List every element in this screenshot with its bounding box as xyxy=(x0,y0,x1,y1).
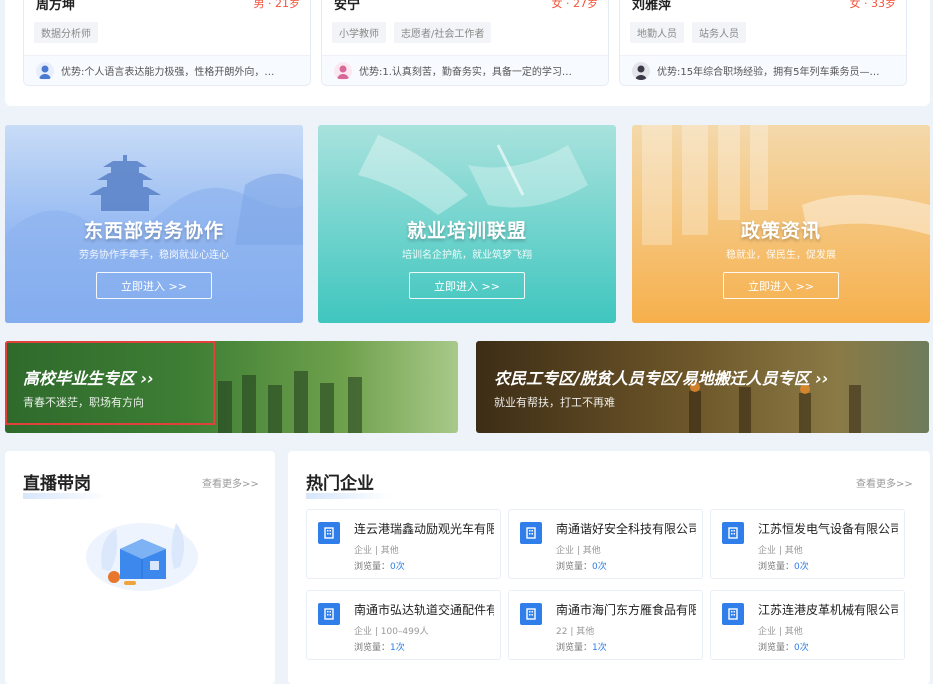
company-name: 连云港瑞鑫动励观光车有限公司 xyxy=(354,522,494,536)
building-icon xyxy=(722,603,744,625)
enter-button[interactable]: 立即进入 >> xyxy=(409,272,525,299)
promo-subtitle: 劳务协作手牵手，稳岗就业心连心 xyxy=(79,250,229,261)
zone-title: 农民工专区/脱贫人员专区/易地搬迁人员专区 ›› xyxy=(494,369,829,388)
talent-tags: 数据分析师 xyxy=(34,22,98,43)
talent-gender-age: 女 · 33岁 xyxy=(849,0,897,10)
talent-card[interactable]: 安宁 女 · 27岁 小学教师 志愿者/社会工作者 优势:1.认真刻苦，勤奋务实… xyxy=(321,0,609,86)
talent-tag: 数据分析师 xyxy=(34,22,98,43)
company-card[interactable]: 江苏连港皮革机械有限公司 企业 | 其他 浏览量：0次 xyxy=(710,590,905,660)
enter-button[interactable]: 立即进入 >> xyxy=(96,272,212,299)
zone-workers[interactable]: 农民工专区/脱贫人员专区/易地搬迁人员专区 ›› 就业有帮扶，打工不再难 xyxy=(476,341,929,433)
live-recruit-panel: 直播带岗 查看更多>> xyxy=(5,451,275,684)
promo-title: 政策资讯 xyxy=(740,220,821,242)
building-icon xyxy=(520,603,542,625)
view-more-link[interactable]: 查看更多>> xyxy=(856,475,913,490)
company-card[interactable]: 南通市弘达轨道交通配件有限公司 企业 | 100–499人 浏览量：1次 xyxy=(306,590,501,660)
promo-subtitle: 稳就业，保民生，促发展 xyxy=(726,250,836,261)
talent-card[interactable]: 周方坤 男 · 21岁 数据分析师 优势:个人语言表达能力极强，性格开朗外向，… xyxy=(23,0,311,86)
company-name: 南通谐好安全科技有限公司 xyxy=(556,522,696,536)
view-more-link[interactable]: 查看更多>> xyxy=(202,475,259,490)
avatar-icon xyxy=(36,61,54,80)
talent-section: 周方坤 男 · 21岁 数据分析师 优势:个人语言表达能力极强，性格开朗外向，…… xyxy=(5,0,930,106)
talent-summary: 优势:1.认真刻苦，勤奋务实，具备一定的学习… xyxy=(322,55,608,85)
title-underline xyxy=(306,493,390,499)
views-label: 浏览量： xyxy=(354,562,391,572)
title-underline xyxy=(23,493,107,499)
zone-graduates[interactable]: 高校毕业生专区 ›› 青春不迷茫，职场有方向 xyxy=(5,341,458,433)
talent-tags: 地勤人员 站务人员 xyxy=(630,22,746,43)
views-label: 浏览量： xyxy=(758,562,795,572)
talent-summary-text: 优势:个人语言表达能力极强，性格开朗外向，… xyxy=(61,67,275,78)
company-card[interactable]: 南通市海门东方雁食品有限公司 22 | 其他 浏览量：1次 xyxy=(508,590,703,660)
building-icon xyxy=(722,522,744,544)
promo-training-alliance[interactable]: 就业培训联盟 培训名企护航，就业筑梦飞翔 立即进入 >> xyxy=(318,125,616,323)
views-label: 浏览量： xyxy=(556,562,593,572)
talent-summary-text: 优势:1.认真刻苦，勤奋务实，具备一定的学习… xyxy=(359,67,572,78)
company-views: 浏览量：0次 xyxy=(354,559,405,572)
company-type: 企业 | 其他 xyxy=(354,546,399,556)
views-label: 浏览量： xyxy=(354,643,391,653)
talent-name: 安宁 xyxy=(334,0,361,13)
avatar-icon xyxy=(334,61,352,80)
talent-card[interactable]: 刘雅萍 女 · 33岁 地勤人员 站务人员 优势:15年综合职场经验，拥有5年列… xyxy=(619,0,907,86)
graduates-illustration xyxy=(218,371,362,433)
enter-button[interactable]: 立即进入 >> xyxy=(723,272,839,299)
zone-subtitle: 就业有帮扶，打工不再难 xyxy=(494,396,615,409)
promo-policy-news[interactable]: 政策资讯 稳就业，保民生，促发展 立即进入 >> xyxy=(632,125,930,323)
talent-tag: 志愿者/社会工作者 xyxy=(394,22,492,43)
company-card[interactable]: 连云港瑞鑫动励观光车有限公司 企业 | 其他 浏览量：0次 xyxy=(306,509,501,579)
company-card[interactable]: 江苏恒发电气设备有限公司 企业 | 其他 浏览量：0次 xyxy=(710,509,905,579)
views-count: 0次 xyxy=(592,562,607,572)
views-count: 1次 xyxy=(390,643,405,653)
talent-tag: 地勤人员 xyxy=(630,22,684,43)
promo-subtitle: 培训名企护航，就业筑梦飞翔 xyxy=(402,250,532,261)
company-type: 22 | 其他 xyxy=(556,627,595,637)
talent-name: 刘雅萍 xyxy=(632,0,672,13)
views-count: 1次 xyxy=(592,643,607,653)
company-type: 企业 | 其他 xyxy=(556,546,601,556)
company-name: 江苏连港皮革机械有限公司 xyxy=(758,603,898,617)
company-type: 企业 | 100–499人 xyxy=(354,627,429,637)
talent-tag: 站务人员 xyxy=(692,22,746,43)
building-icon xyxy=(318,603,340,625)
company-name: 南通市弘达轨道交通配件有限公司 xyxy=(354,603,494,617)
talent-summary: 优势:个人语言表达能力极强，性格开朗外向，… xyxy=(24,55,310,85)
talent-name: 周方坤 xyxy=(36,0,76,13)
views-count: 0次 xyxy=(794,643,809,653)
highlight-box xyxy=(5,341,215,425)
panel-title: 热门企业 xyxy=(306,474,374,494)
company-views: 浏览量：0次 xyxy=(758,559,809,572)
company-views: 浏览量：1次 xyxy=(556,640,607,653)
promo-title: 就业培训联盟 xyxy=(406,220,527,242)
views-label: 浏览量： xyxy=(556,643,593,653)
company-views: 浏览量：1次 xyxy=(354,640,405,653)
talent-gender-age: 男 · 21岁 xyxy=(253,0,301,10)
company-name: 江苏恒发电气设备有限公司 xyxy=(758,522,898,536)
empty-state-illustration xyxy=(86,523,198,591)
talent-gender-age: 女 · 27岁 xyxy=(551,0,599,10)
views-count: 0次 xyxy=(390,562,405,572)
talent-tag: 小学教师 xyxy=(332,22,386,43)
promo-title: 东西部劳务协作 xyxy=(83,220,224,242)
talent-summary-text: 优势:15年综合职场经验，拥有5年列车乘务员—… xyxy=(657,67,880,78)
company-views: 浏览量：0次 xyxy=(556,559,607,572)
panel-title: 直播带岗 xyxy=(23,474,91,494)
company-views: 浏览量：0次 xyxy=(758,640,809,653)
talent-tags: 小学教师 志愿者/社会工作者 xyxy=(332,22,492,43)
company-name: 南通市海门东方雁食品有限公司 xyxy=(556,603,696,617)
views-label: 浏览量： xyxy=(758,643,795,653)
company-type: 企业 | 其他 xyxy=(758,546,803,556)
views-count: 0次 xyxy=(794,562,809,572)
building-icon xyxy=(520,522,542,544)
company-card[interactable]: 南通谐好安全科技有限公司 企业 | 其他 浏览量：0次 xyxy=(508,509,703,579)
avatar-icon xyxy=(632,61,650,80)
company-type: 企业 | 其他 xyxy=(758,627,803,637)
talent-summary: 优势:15年综合职场经验，拥有5年列车乘务员—… xyxy=(620,55,906,85)
promo-labor-cooperation[interactable]: 东西部劳务协作 劳务协作手牵手，稳岗就业心连心 立即进入 >> xyxy=(5,125,303,323)
building-icon xyxy=(318,522,340,544)
